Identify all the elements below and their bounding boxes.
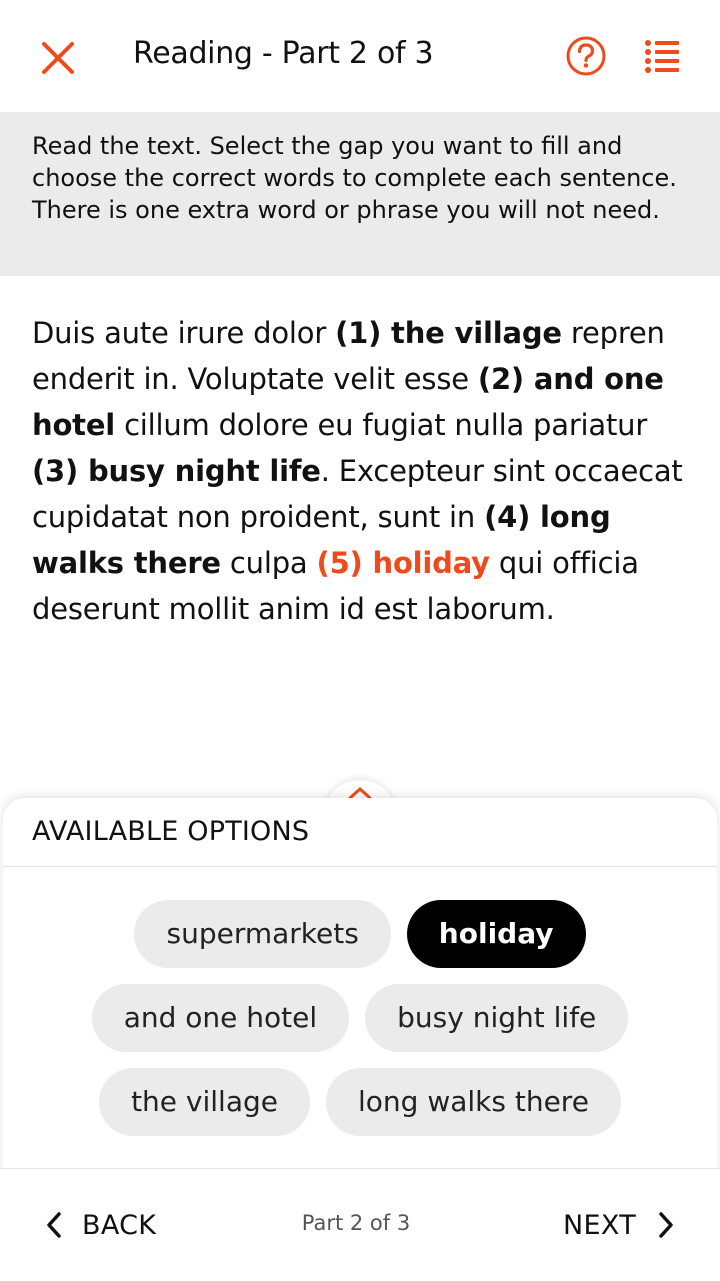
- close-icon: [42, 42, 74, 74]
- instructions-text: Read the text. Select the gap you want t…: [32, 132, 677, 224]
- close-button[interactable]: [38, 38, 78, 78]
- chevron-right-icon: [659, 1212, 673, 1238]
- next-button[interactable]: NEXT: [563, 1207, 676, 1243]
- option-chip-and-one-hotel[interactable]: and one hotel: [91, 984, 350, 1052]
- top-bar: Reading - Part 2 of 3: [0, 0, 720, 112]
- gap-5[interactable]: (5) holiday: [317, 546, 491, 580]
- option-chip-busy-night-life[interactable]: busy night life: [365, 984, 629, 1052]
- help-button[interactable]: [564, 34, 608, 78]
- option-chip-supermarkets[interactable]: supermarkets: [134, 900, 391, 968]
- gap-1[interactable]: (1) the village: [335, 316, 562, 350]
- chip-row: and one hotel busy night life: [91, 984, 629, 1052]
- bottom-navigation: BACK Part 2 of 3 NEXT: [0, 1168, 720, 1281]
- divider: [3, 866, 717, 867]
- help-circle-icon: [566, 36, 606, 76]
- question-list-button[interactable]: [644, 38, 682, 74]
- option-chip-holiday[interactable]: holiday: [406, 900, 586, 968]
- list-icon: [645, 40, 679, 73]
- chip-row: supermarkets holiday: [134, 900, 586, 968]
- passage-text: culpa: [220, 546, 317, 580]
- chip-row: the village long walks there: [99, 1068, 621, 1136]
- reading-passage: Duis aute irure dolor (1) the village re…: [32, 310, 692, 632]
- options-heading: AVAILABLE OPTIONS: [32, 816, 310, 847]
- page-title: Reading - Part 2 of 3: [133, 36, 434, 71]
- passage-text: cillum dolore eu fugiat nulla pariatur: [115, 408, 648, 442]
- passage-text: Duis aute irure dolor: [32, 316, 336, 350]
- next-label: NEXT: [563, 1209, 636, 1241]
- option-chip-the-village[interactable]: the village: [99, 1068, 310, 1136]
- instructions-panel: Read the text. Select the gap you want t…: [0, 112, 720, 276]
- option-chips: supermarkets holiday and one hotel busy …: [0, 900, 720, 1136]
- option-chip-long-walks-there[interactable]: long walks there: [325, 1068, 621, 1136]
- gap-3[interactable]: (3) busy night life: [32, 454, 321, 488]
